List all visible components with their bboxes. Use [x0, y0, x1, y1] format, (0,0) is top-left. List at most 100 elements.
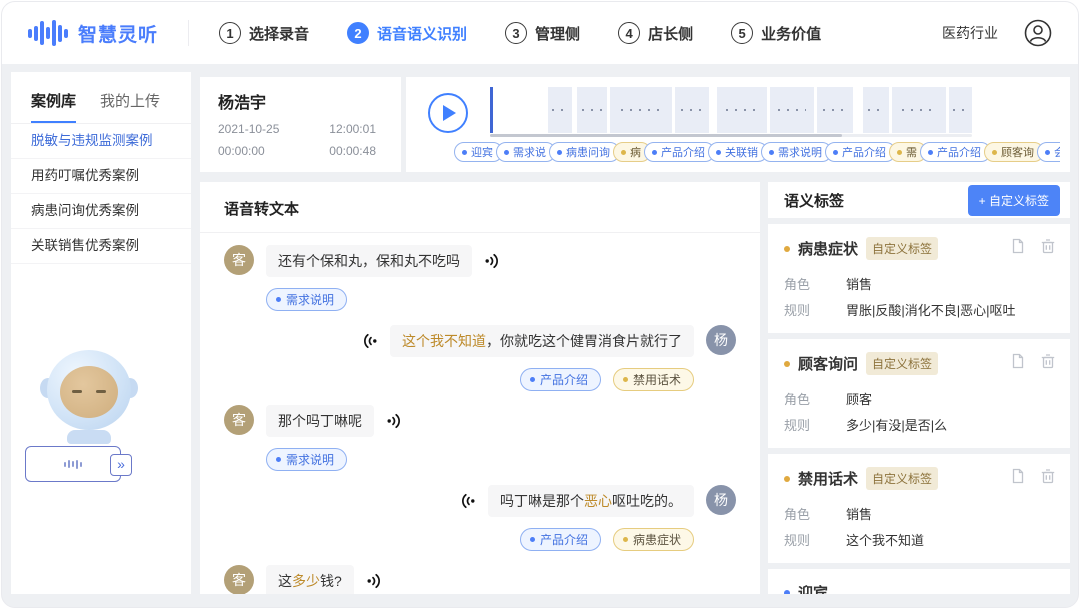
- sound-icon[interactable]: [360, 332, 378, 350]
- message-tag[interactable]: 病患症状: [613, 528, 694, 551]
- message-tag[interactable]: 需求说明: [266, 448, 347, 471]
- role-row: 角色销售: [784, 504, 1056, 523]
- waveform-segment: [770, 87, 814, 133]
- timeline-tag-label: 病患问询: [566, 144, 610, 160]
- custom-tag-badge: 自定义标签: [866, 237, 938, 260]
- message-tag-label: 产品介绍: [540, 531, 588, 548]
- sidebar-tab-1[interactable]: 我的上传: [100, 90, 160, 123]
- message-tag-row: 需求说明: [266, 448, 736, 471]
- message-right: 吗丁啉是那个恶心呕吐吃的。杨产品介绍 病患症状: [224, 485, 736, 551]
- tag-dot-icon: [769, 150, 774, 155]
- message-tag-label: 需求说明: [286, 291, 334, 308]
- timeline-tag[interactable]: 需求说明: [761, 142, 832, 162]
- delete-trash-icon[interactable]: [1040, 353, 1056, 374]
- sound-icon[interactable]: [484, 252, 502, 270]
- message-text: 这: [278, 573, 292, 589]
- recording-date: 2021-10-25: [218, 122, 279, 136]
- step-label: 业务价值: [761, 23, 821, 44]
- message-bubble[interactable]: 这多少钱?: [266, 565, 354, 594]
- role-row: 角色销售: [784, 274, 1056, 293]
- timeline-tag-label: 产品介绍: [842, 144, 886, 160]
- speaker-avatar: 客: [224, 245, 254, 275]
- step-label: 店长侧: [648, 23, 693, 44]
- tag-dot-icon: [1045, 150, 1050, 155]
- step-number: 5: [731, 22, 753, 44]
- message-tag[interactable]: 禁用话术: [613, 368, 694, 391]
- semantic-card-header: 病患症状自定义标签: [784, 237, 1056, 260]
- semantic-card-list: 病患症状自定义标签角色销售规则胃胀|反酸|消化不良|恶心|呕吐顾客询问自定义标签…: [768, 224, 1070, 594]
- step-5[interactable]: 5 业务价值: [731, 22, 821, 44]
- message-text: 呕吐吃的。: [612, 493, 682, 509]
- timeline-tag[interactable]: 产品介绍: [920, 142, 991, 162]
- waveform-segment: [817, 87, 853, 133]
- message-tag[interactable]: 需求说明: [266, 288, 347, 311]
- semantic-card-name: 禁用话术: [798, 468, 858, 489]
- case-item-1[interactable]: 用药叮嘱优秀案例: [11, 159, 191, 194]
- audio-waveform[interactable]: [490, 87, 972, 133]
- edit-document-icon[interactable]: [1010, 238, 1026, 259]
- timeline-tag-label: 产品介绍: [661, 144, 705, 160]
- waveform-scrollbar[interactable]: [490, 134, 972, 137]
- step-4[interactable]: 4店长侧: [618, 22, 693, 44]
- timeline-tag-label: 迎宾: [471, 144, 493, 160]
- message-tag[interactable]: 产品介绍: [520, 528, 601, 551]
- message-bubble[interactable]: 还有个保和丸，保和丸不吃吗: [266, 245, 472, 277]
- timeline-tag[interactable]: 关联销: [708, 142, 768, 162]
- message-text: 那个吗丁啉呢: [278, 413, 362, 429]
- user-avatar-icon[interactable]: [1024, 19, 1052, 47]
- edit-document-icon[interactable]: [1010, 468, 1026, 489]
- case-item-0[interactable]: 脱敏与违规监测案例: [11, 124, 191, 159]
- message-bubble[interactable]: 吗丁啉是那个恶心呕吐吃的。: [488, 485, 694, 517]
- transcript-panel: 语音转文本 客还有个保和丸，保和丸不吃吗需求说明这个我不知道，你就吃这个健胃消食…: [200, 182, 760, 594]
- message-left: 客还有个保和丸，保和丸不吃吗需求说明: [224, 245, 736, 311]
- playhead-marker[interactable]: [490, 87, 493, 133]
- timeline-tag[interactable]: 需求说: [496, 142, 556, 162]
- message-bubble[interactable]: 这个我不知道，你就吃这个健胃消食片就行了: [390, 325, 694, 357]
- semantic-card-header: 顾客询问自定义标签: [784, 352, 1056, 375]
- message-tag[interactable]: 产品介绍: [520, 368, 601, 391]
- delete-trash-icon[interactable]: [1040, 238, 1056, 259]
- waveform-scrollbar-thumb[interactable]: [490, 134, 842, 137]
- timeline-tag[interactable]: 产品介绍: [825, 142, 896, 162]
- case-item-2[interactable]: 病患问询优秀案例: [11, 194, 191, 229]
- delete-trash-icon[interactable]: [1040, 468, 1056, 489]
- step-2[interactable]: 2语音语义识别: [347, 22, 467, 44]
- role-value: 顾客: [846, 389, 872, 408]
- message-bubble[interactable]: 那个吗丁啉呢: [266, 405, 374, 437]
- industry-label: 医药行业: [942, 23, 998, 43]
- sound-icon[interactable]: [458, 492, 476, 510]
- expand-chevron-button[interactable]: »: [110, 454, 132, 476]
- speaker-avatar: 杨: [706, 325, 736, 355]
- semantic-card-name: 病患症状: [798, 238, 858, 259]
- step-1[interactable]: 1选择录音: [219, 22, 309, 44]
- play-icon: [443, 105, 456, 121]
- timeline-tag[interactable]: 顾客询: [984, 142, 1044, 162]
- header-right: 医药行业: [942, 19, 1052, 47]
- timeline-tag-label: 关联销: [725, 144, 758, 160]
- sidebar-tab-0[interactable]: 案例库: [31, 90, 76, 123]
- playback-current-time: 00:00:00: [218, 144, 265, 158]
- message-row: 吗丁啉是那个恶心呕吐吃的。杨: [224, 485, 736, 517]
- case-item-3[interactable]: 关联销售优秀案例: [11, 229, 191, 264]
- tag-dot-icon: [276, 457, 281, 462]
- mascot-head-illustration: [47, 350, 131, 430]
- tag-dot-icon: [833, 150, 838, 155]
- semantic-panel-header: 语义标签 + 自定义标签: [768, 182, 1070, 218]
- sound-icon[interactable]: [366, 572, 384, 590]
- add-custom-tag-button[interactable]: + 自定义标签: [968, 185, 1060, 216]
- timeline-tag[interactable]: 会员办卡: [1037, 142, 1060, 162]
- timeline-tag[interactable]: 病患问询: [549, 142, 620, 162]
- waveform-segment: [548, 87, 572, 133]
- step-3[interactable]: 3管理侧: [505, 22, 580, 44]
- app-window: 智慧灵听 1选择录音2语音语义识别3管理侧4店长侧5业务价值 医药行业 案例库我…: [1, 1, 1079, 608]
- timeline-tag[interactable]: 产品介绍: [644, 142, 715, 162]
- recording-time: 12:00:01: [329, 122, 376, 136]
- edit-document-icon[interactable]: [1010, 353, 1026, 374]
- waveform-segment: [717, 87, 767, 133]
- message-tag-label: 需求说明: [286, 451, 334, 468]
- sound-icon[interactable]: [386, 412, 404, 430]
- tag-dot-icon: [716, 150, 721, 155]
- playback-duration: 00:00:48: [329, 144, 376, 158]
- play-button[interactable]: [428, 93, 468, 133]
- rule-value: 胃胀|反酸|消化不良|恶心|呕吐: [846, 300, 1016, 319]
